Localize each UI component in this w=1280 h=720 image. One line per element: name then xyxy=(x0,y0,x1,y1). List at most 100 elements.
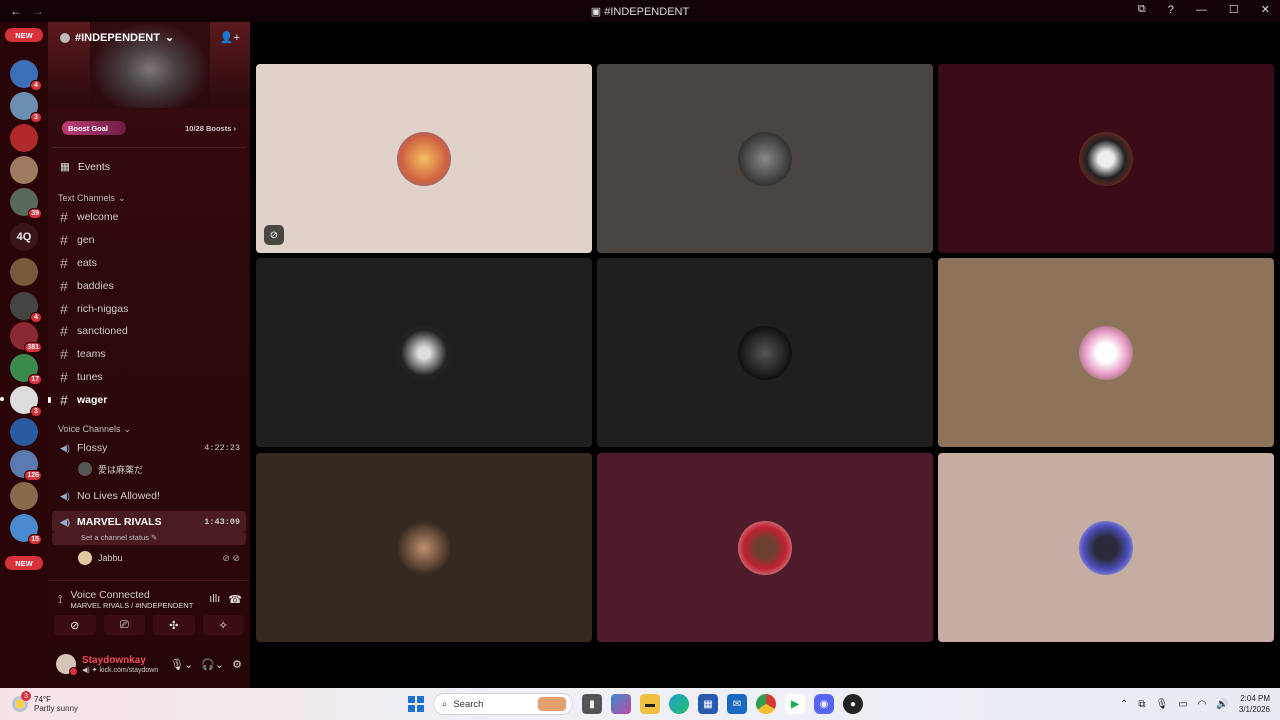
server-icon[interactable]: 15 xyxy=(10,514,42,545)
voice-user[interactable]: Jabbu ⊘ ⊘ xyxy=(48,548,250,568)
events-item[interactable]: ▦ Events xyxy=(48,152,250,182)
channel-welcome[interactable]: # welcome xyxy=(48,206,250,229)
obs-icon[interactable]: ● xyxy=(843,694,863,714)
microphone-icon[interactable]: 🎙⌄ xyxy=(170,658,193,671)
voice-connected-subtitle[interactable]: MARVEL RIVALS / #INDEPENDENT xyxy=(70,601,193,610)
search-box[interactable]: ⌕ Search xyxy=(433,693,573,715)
maximize-button[interactable]: ☐ xyxy=(1229,3,1239,16)
signal-icon[interactable]: ⟟ xyxy=(58,592,62,607)
server-icon[interactable]: 126 xyxy=(10,450,42,481)
task-view-icon[interactable]: ▮ xyxy=(582,694,602,714)
participant-tile[interactable] xyxy=(938,64,1274,253)
user-panel: Staydownkay ◀) ✦ kick.com/staydown 🎙⌄ 🎧⌄… xyxy=(48,640,250,688)
participant-tile[interactable] xyxy=(597,258,933,447)
volume-icon[interactable]: 🔊 xyxy=(1216,699,1228,710)
network-icon[interactable]: ⧉ xyxy=(1138,699,1145,710)
channel-status[interactable]: Set a channel status ✎ xyxy=(52,533,246,546)
participant-tile[interactable] xyxy=(938,453,1274,642)
close-button[interactable]: ✕ xyxy=(1261,3,1270,16)
participant-tile[interactable] xyxy=(256,258,592,447)
inbox-icon[interactable]: ⧉ xyxy=(1138,3,1146,16)
display-icon[interactable]: ▭ xyxy=(1178,699,1187,710)
participant-avatar xyxy=(738,520,792,575)
channel-label: sanctioned xyxy=(77,325,128,338)
server-icon[interactable] xyxy=(10,156,38,184)
channel-label: rich-niggas xyxy=(77,302,129,315)
server-icon[interactable]: 381 xyxy=(10,322,42,353)
voice-channel-flossy[interactable]: ◀) Flossy 4:22:23 xyxy=(48,437,250,459)
screen-share-button[interactable]: ⎚ xyxy=(103,615,145,635)
soundboard-button[interactable]: ✧ xyxy=(202,615,244,635)
server-icon[interactable]: 17 xyxy=(10,354,42,385)
disconnect-icon[interactable]: ☎ xyxy=(228,593,242,606)
outlook-icon[interactable]: ✉ xyxy=(727,694,747,714)
search-label: Search xyxy=(453,698,484,710)
clock[interactable]: 2:04 PM 3/1/2026 xyxy=(1239,693,1270,715)
help-icon[interactable]: ? xyxy=(1168,4,1174,16)
channel-eats[interactable]: # eats xyxy=(48,252,250,275)
gear-icon[interactable]: ⚙ xyxy=(232,658,242,671)
server-icon[interactable]: 3 xyxy=(10,92,42,123)
voice-channel-marvel-rivals[interactable]: ◀) MARVEL RIVALS 1:43:09 xyxy=(52,511,246,534)
participant-tile[interactable]: ⊘ xyxy=(256,64,592,253)
channel-tunes[interactable]: # tunes xyxy=(48,366,250,389)
edge-icon[interactable] xyxy=(669,694,689,714)
voice-user-name: 愛は麻薬だ xyxy=(98,464,144,475)
channel-label: baddies xyxy=(77,279,114,292)
channel-label: teams xyxy=(77,348,106,361)
weather-widget[interactable]: 3 74°F Partly sunny xyxy=(0,691,200,713)
microphone-icon[interactable]: 🎙 xyxy=(1156,699,1169,710)
boost-goal-row[interactable]: Boost Goal 10/28 Boosts › xyxy=(52,108,246,148)
server-icon[interactable] xyxy=(10,482,38,510)
voice-channel-no-lives[interactable]: ◀) No Lives Allowed! xyxy=(48,485,250,507)
new-pill[interactable]: NEW xyxy=(5,28,43,42)
voice-timer: 1:43:09 xyxy=(204,517,240,528)
channel-wager[interactable]: # wager xyxy=(48,388,250,411)
server-header[interactable]: #INDEPENDENT ⌄ xyxy=(60,31,174,44)
invite-icon[interactable]: 👤+ xyxy=(220,31,240,44)
activities-button[interactable]: ✣ xyxy=(153,615,195,635)
game-app-icon[interactable]: ▶ xyxy=(785,694,805,714)
camera-off-button[interactable]: ⊘ xyxy=(54,615,96,635)
channel-baddies[interactable]: # baddies xyxy=(48,274,250,297)
participant-tile[interactable] xyxy=(597,64,933,253)
muted-deafened-icon: ⊘ ⊘ xyxy=(222,552,240,563)
chrome-icon[interactable] xyxy=(756,694,776,714)
server-icon[interactable]: 4 xyxy=(10,60,42,91)
hash-icon: # xyxy=(60,277,68,294)
new-pill[interactable]: NEW xyxy=(5,556,43,570)
participant-tile[interactable] xyxy=(256,453,592,642)
channel-rich[interactable]: # rich-niggas xyxy=(48,297,250,320)
channel-gen[interactable]: # gen xyxy=(48,229,250,252)
wifi-icon[interactable]: ◠ xyxy=(1198,699,1207,710)
server-icon[interactable] xyxy=(10,258,38,286)
server-icon[interactable]: 3 xyxy=(10,386,42,417)
store-icon[interactable]: ▦ xyxy=(698,694,718,714)
file-explorer-icon[interactable]: ▬ xyxy=(640,694,660,714)
noise-suppression-icon[interactable]: ıllı xyxy=(209,593,220,605)
category-text-channels[interactable]: Text Channels ⌄ xyxy=(48,190,250,206)
server-icon[interactable] xyxy=(10,418,38,446)
participant-tile[interactable] xyxy=(597,453,933,642)
participant-tile[interactable] xyxy=(938,258,1274,447)
category-voice-channels[interactable]: Voice Channels ⌄ xyxy=(48,421,250,437)
voice-connected-title: Voice Connected xyxy=(70,588,150,601)
voice-user[interactable]: 愛は麻薬だ xyxy=(48,459,250,479)
windows-start-icon[interactable] xyxy=(408,696,424,712)
avatar[interactable] xyxy=(56,654,78,676)
minimize-button[interactable]: — xyxy=(1196,4,1207,16)
participant-avatar xyxy=(397,520,451,575)
chevron-up-icon[interactable]: ⌃ xyxy=(1120,699,1128,710)
discord-icon[interactable]: ◉ xyxy=(814,694,834,714)
voice-user-name: Jabbu xyxy=(98,553,123,564)
copilot-icon[interactable] xyxy=(611,694,631,714)
headphones-icon[interactable]: 🎧⌄ xyxy=(201,658,224,671)
channel-teams[interactable]: # teams xyxy=(48,343,250,366)
channel-sanctioned[interactable]: # sanctioned xyxy=(48,320,250,343)
participant-avatar xyxy=(397,131,451,186)
server-icon[interactable] xyxy=(10,124,38,152)
server-icon[interactable]: 4 xyxy=(10,292,42,323)
server-icon[interactable]: 4Q xyxy=(10,223,38,251)
deafened-icon: ⊘ xyxy=(264,225,284,245)
server-icon[interactable]: 39 xyxy=(10,188,42,219)
